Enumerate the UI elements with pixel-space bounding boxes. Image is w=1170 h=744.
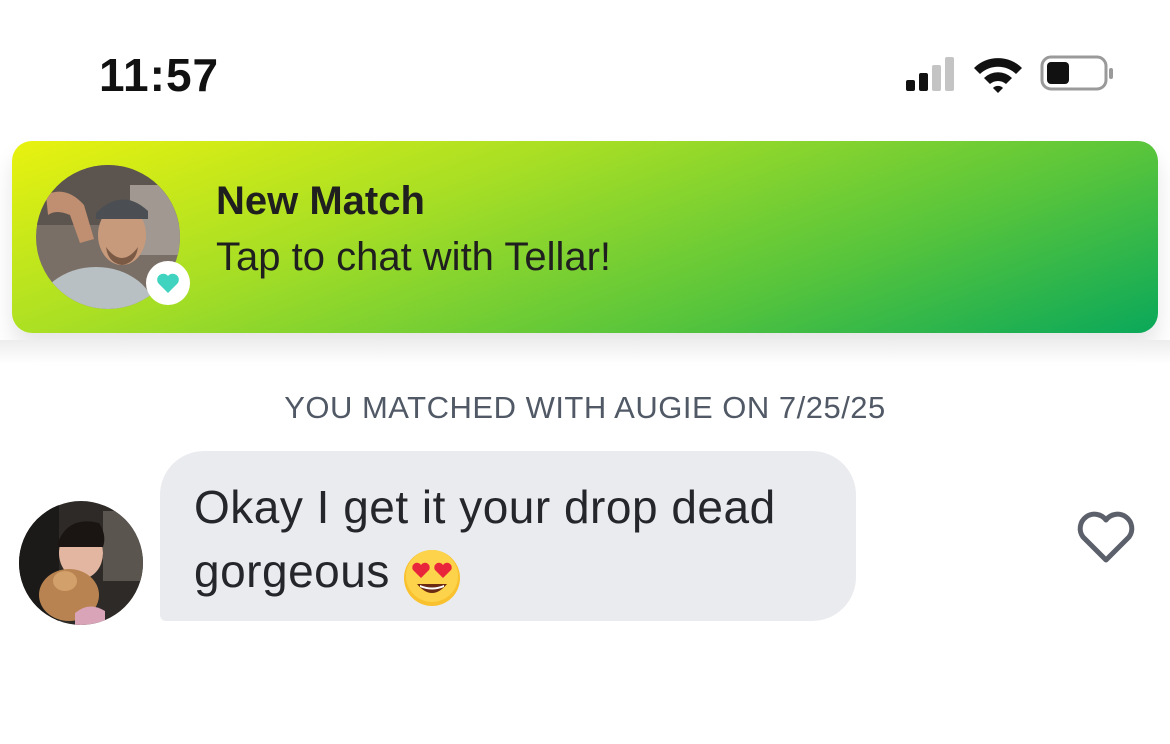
match-badge bbox=[146, 261, 190, 305]
like-message-button[interactable] bbox=[1076, 510, 1136, 566]
notification-title: New Match bbox=[216, 179, 425, 223]
match-date-label: YOU MATCHED WITH AUGIE ON 7/25/25 bbox=[284, 390, 886, 425]
heart-eyes-emoji-icon bbox=[403, 549, 460, 606]
header-divider bbox=[0, 340, 1170, 364]
message-bubble[interactable]: Okay I get it your drop dead gorgeous bbox=[160, 451, 856, 621]
status-time: 11:57 bbox=[99, 49, 220, 101]
heart-outline-icon bbox=[1077, 511, 1135, 563]
cellular-signal-icon bbox=[906, 57, 954, 91]
status-bar: 11:57 bbox=[0, 0, 1170, 140]
new-match-notification[interactable]: New Match Tap to chat with Tellar! bbox=[12, 141, 1158, 333]
heart-badge-icon bbox=[157, 273, 179, 293]
message-text: Okay I get it your drop dead gorgeous bbox=[194, 481, 776, 597]
notification-subtitle: Tap to chat with Tellar! bbox=[216, 235, 612, 279]
wifi-icon bbox=[974, 58, 1022, 93]
battery-icon bbox=[1040, 55, 1113, 91]
status-icons bbox=[900, 52, 1120, 96]
sender-avatar[interactable] bbox=[19, 501, 143, 625]
